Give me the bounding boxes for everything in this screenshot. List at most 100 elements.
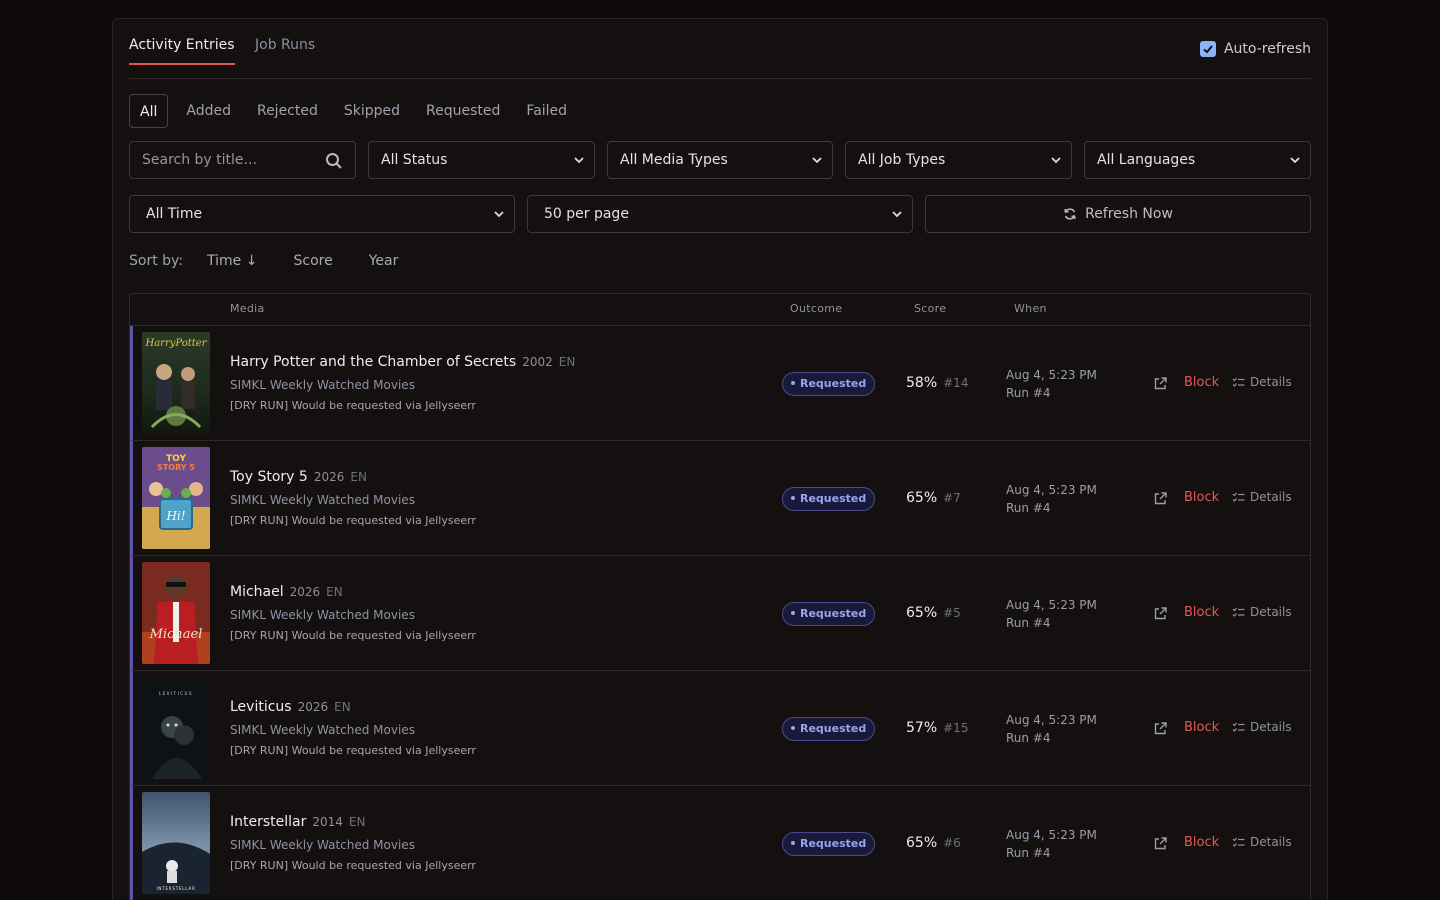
- details-button[interactable]: Details: [1232, 835, 1292, 849]
- sort-score[interactable]: Score: [293, 253, 332, 269]
- block-button[interactable]: Block: [1184, 490, 1219, 505]
- svg-text:HarryPotter: HarryPotter: [145, 338, 208, 349]
- checkmark-icon: [1203, 45, 1213, 54]
- filter-added[interactable]: Added: [173, 94, 244, 128]
- svg-text:Michael: Michael: [149, 627, 203, 642]
- status-select[interactable]: All Status: [368, 141, 595, 179]
- external-link-icon[interactable]: [1153, 606, 1168, 621]
- col-when[interactable]: When: [1014, 302, 1047, 315]
- entry-run[interactable]: Run #4: [1006, 844, 1097, 862]
- details-label: Details: [1250, 720, 1292, 734]
- entry-when: Aug 4, 5:23 PM Run #4: [1006, 711, 1097, 747]
- score-rank: #14: [943, 376, 969, 390]
- table-row[interactable]: LEVITICUS Leviticus 2026 EN SIMKL Weekly W…: [130, 671, 1310, 786]
- entry-title[interactable]: Leviticus: [230, 699, 292, 715]
- refresh-now-label: Refresh Now: [1085, 206, 1173, 222]
- score-rank: #15: [943, 721, 969, 735]
- entry-source: SIMKL Weekly Watched Movies: [230, 723, 415, 737]
- refresh-icon: [1064, 208, 1076, 220]
- table-header: Media Outcome Score When: [130, 294, 1310, 326]
- media-type-select[interactable]: All Media Types: [607, 141, 833, 179]
- external-link-icon[interactable]: [1153, 376, 1168, 391]
- sort-time[interactable]: Time ↓: [207, 253, 257, 269]
- entry-year: 2014: [312, 815, 343, 829]
- table-row[interactable]: TOY STORY 5 Hi! Toy Story 5 2026 EN SIMKL …: [130, 441, 1310, 556]
- badge-label: Requested: [800, 607, 867, 620]
- entry-run[interactable]: Run #4: [1006, 499, 1097, 517]
- badge-dot: [791, 841, 795, 845]
- badge-dot: [791, 611, 795, 615]
- entry-run[interactable]: Run #4: [1006, 384, 1097, 402]
- filter-rejected[interactable]: Rejected: [244, 94, 331, 128]
- table-row[interactable]: Michael Michael 2026 EN SIMKL Weekly Watch…: [130, 556, 1310, 671]
- col-media[interactable]: Media: [230, 302, 265, 315]
- svg-text:LEVITICUS: LEVITICUS: [159, 691, 193, 696]
- entry-run[interactable]: Run #4: [1006, 614, 1097, 632]
- entry-title[interactable]: Michael: [230, 584, 284, 600]
- search-placeholder: Search by title...: [142, 152, 257, 168]
- filter-all[interactable]: All: [129, 94, 169, 128]
- table-row[interactable]: INTERSTELLAR Interstellar 2014 EN SIMKL We…: [130, 786, 1310, 900]
- chevron-down-icon: [1290, 157, 1300, 164]
- filter-skipped[interactable]: Skipped: [331, 94, 413, 128]
- time-select[interactable]: All Time: [129, 195, 515, 233]
- col-outcome[interactable]: Outcome: [790, 302, 842, 315]
- details-button[interactable]: Details: [1232, 490, 1292, 504]
- status-select-value: All Status: [381, 152, 448, 168]
- per-page-select[interactable]: 50 per page: [527, 195, 913, 233]
- tab-activity-entries[interactable]: Activity Entries: [129, 37, 235, 65]
- auto-refresh-checkbox[interactable]: [1199, 41, 1216, 57]
- search-input[interactable]: Search by title...: [129, 141, 356, 179]
- entry-note: [DRY RUN] Would be requested via Jellyse…: [230, 514, 476, 527]
- entry-note: [DRY RUN] Would be requested via Jellyse…: [230, 629, 476, 642]
- filter-requested[interactable]: Requested: [413, 94, 513, 128]
- external-link-icon[interactable]: [1153, 491, 1168, 506]
- auto-refresh-label: Auto-refresh: [1223, 41, 1311, 57]
- details-button[interactable]: Details: [1232, 375, 1292, 389]
- chevron-down-icon: [812, 157, 822, 164]
- poster-harry-potter: HarryPotter: [142, 332, 210, 434]
- entry-title[interactable]: Toy Story 5: [230, 469, 308, 485]
- entry-title[interactable]: Interstellar: [230, 814, 306, 830]
- sort-year[interactable]: Year: [369, 253, 399, 269]
- tab-bar: Activity Entries Job Runs Auto-refresh: [129, 19, 1311, 79]
- details-label: Details: [1250, 375, 1292, 389]
- status-badge: Requested: [782, 832, 876, 856]
- entry-lang: EN: [348, 815, 366, 829]
- entry-lang: EN: [326, 585, 343, 599]
- entry-note: [DRY RUN] Would be requested via Jellyse…: [230, 744, 476, 757]
- entry-source: SIMKL Weekly Watched Movies: [230, 493, 415, 507]
- language-select[interactable]: All Languages: [1084, 141, 1311, 179]
- block-button[interactable]: Block: [1184, 605, 1219, 620]
- col-score[interactable]: Score: [914, 302, 946, 315]
- job-type-select[interactable]: All Job Types: [845, 141, 1072, 179]
- score-value: 65%: [906, 490, 938, 506]
- entry-title[interactable]: Harry Potter and the Chamber of Secrets: [230, 354, 516, 370]
- block-button[interactable]: Block: [1184, 375, 1219, 390]
- table-row[interactable]: HarryPotter Harry Potter and the Chamber…: [130, 326, 1310, 441]
- entry-run[interactable]: Run #4: [1006, 729, 1097, 747]
- auto-refresh-toggle[interactable]: Auto-refresh: [1199, 41, 1311, 57]
- refresh-now-button[interactable]: Refresh Now: [925, 195, 1311, 233]
- filter-failed[interactable]: Failed: [513, 94, 580, 128]
- entry-title-line: Michael 2026 EN: [230, 584, 343, 600]
- tab-job-runs[interactable]: Job Runs: [255, 37, 315, 63]
- block-button[interactable]: Block: [1184, 720, 1219, 735]
- poster-michael: Michael: [142, 562, 210, 664]
- entry-timestamp: Aug 4, 5:23 PM: [1006, 713, 1097, 727]
- external-link-icon[interactable]: [1153, 721, 1168, 736]
- details-button[interactable]: Details: [1232, 605, 1292, 619]
- badge-dot: [791, 726, 795, 730]
- chevron-down-icon: [892, 211, 902, 218]
- details-button[interactable]: Details: [1232, 720, 1292, 734]
- list-check-icon: [1232, 837, 1245, 847]
- time-select-value: All Time: [146, 206, 203, 222]
- details-label: Details: [1250, 835, 1292, 849]
- search-icon: [326, 153, 342, 169]
- external-link-icon[interactable]: [1153, 836, 1168, 851]
- entry-source: SIMKL Weekly Watched Movies: [230, 608, 415, 622]
- entry-title-line: Leviticus 2026 EN: [230, 699, 351, 715]
- block-button[interactable]: Block: [1184, 835, 1219, 850]
- score-rank: #5: [943, 606, 961, 620]
- entry-title-line: Toy Story 5 2026 EN: [230, 469, 367, 485]
